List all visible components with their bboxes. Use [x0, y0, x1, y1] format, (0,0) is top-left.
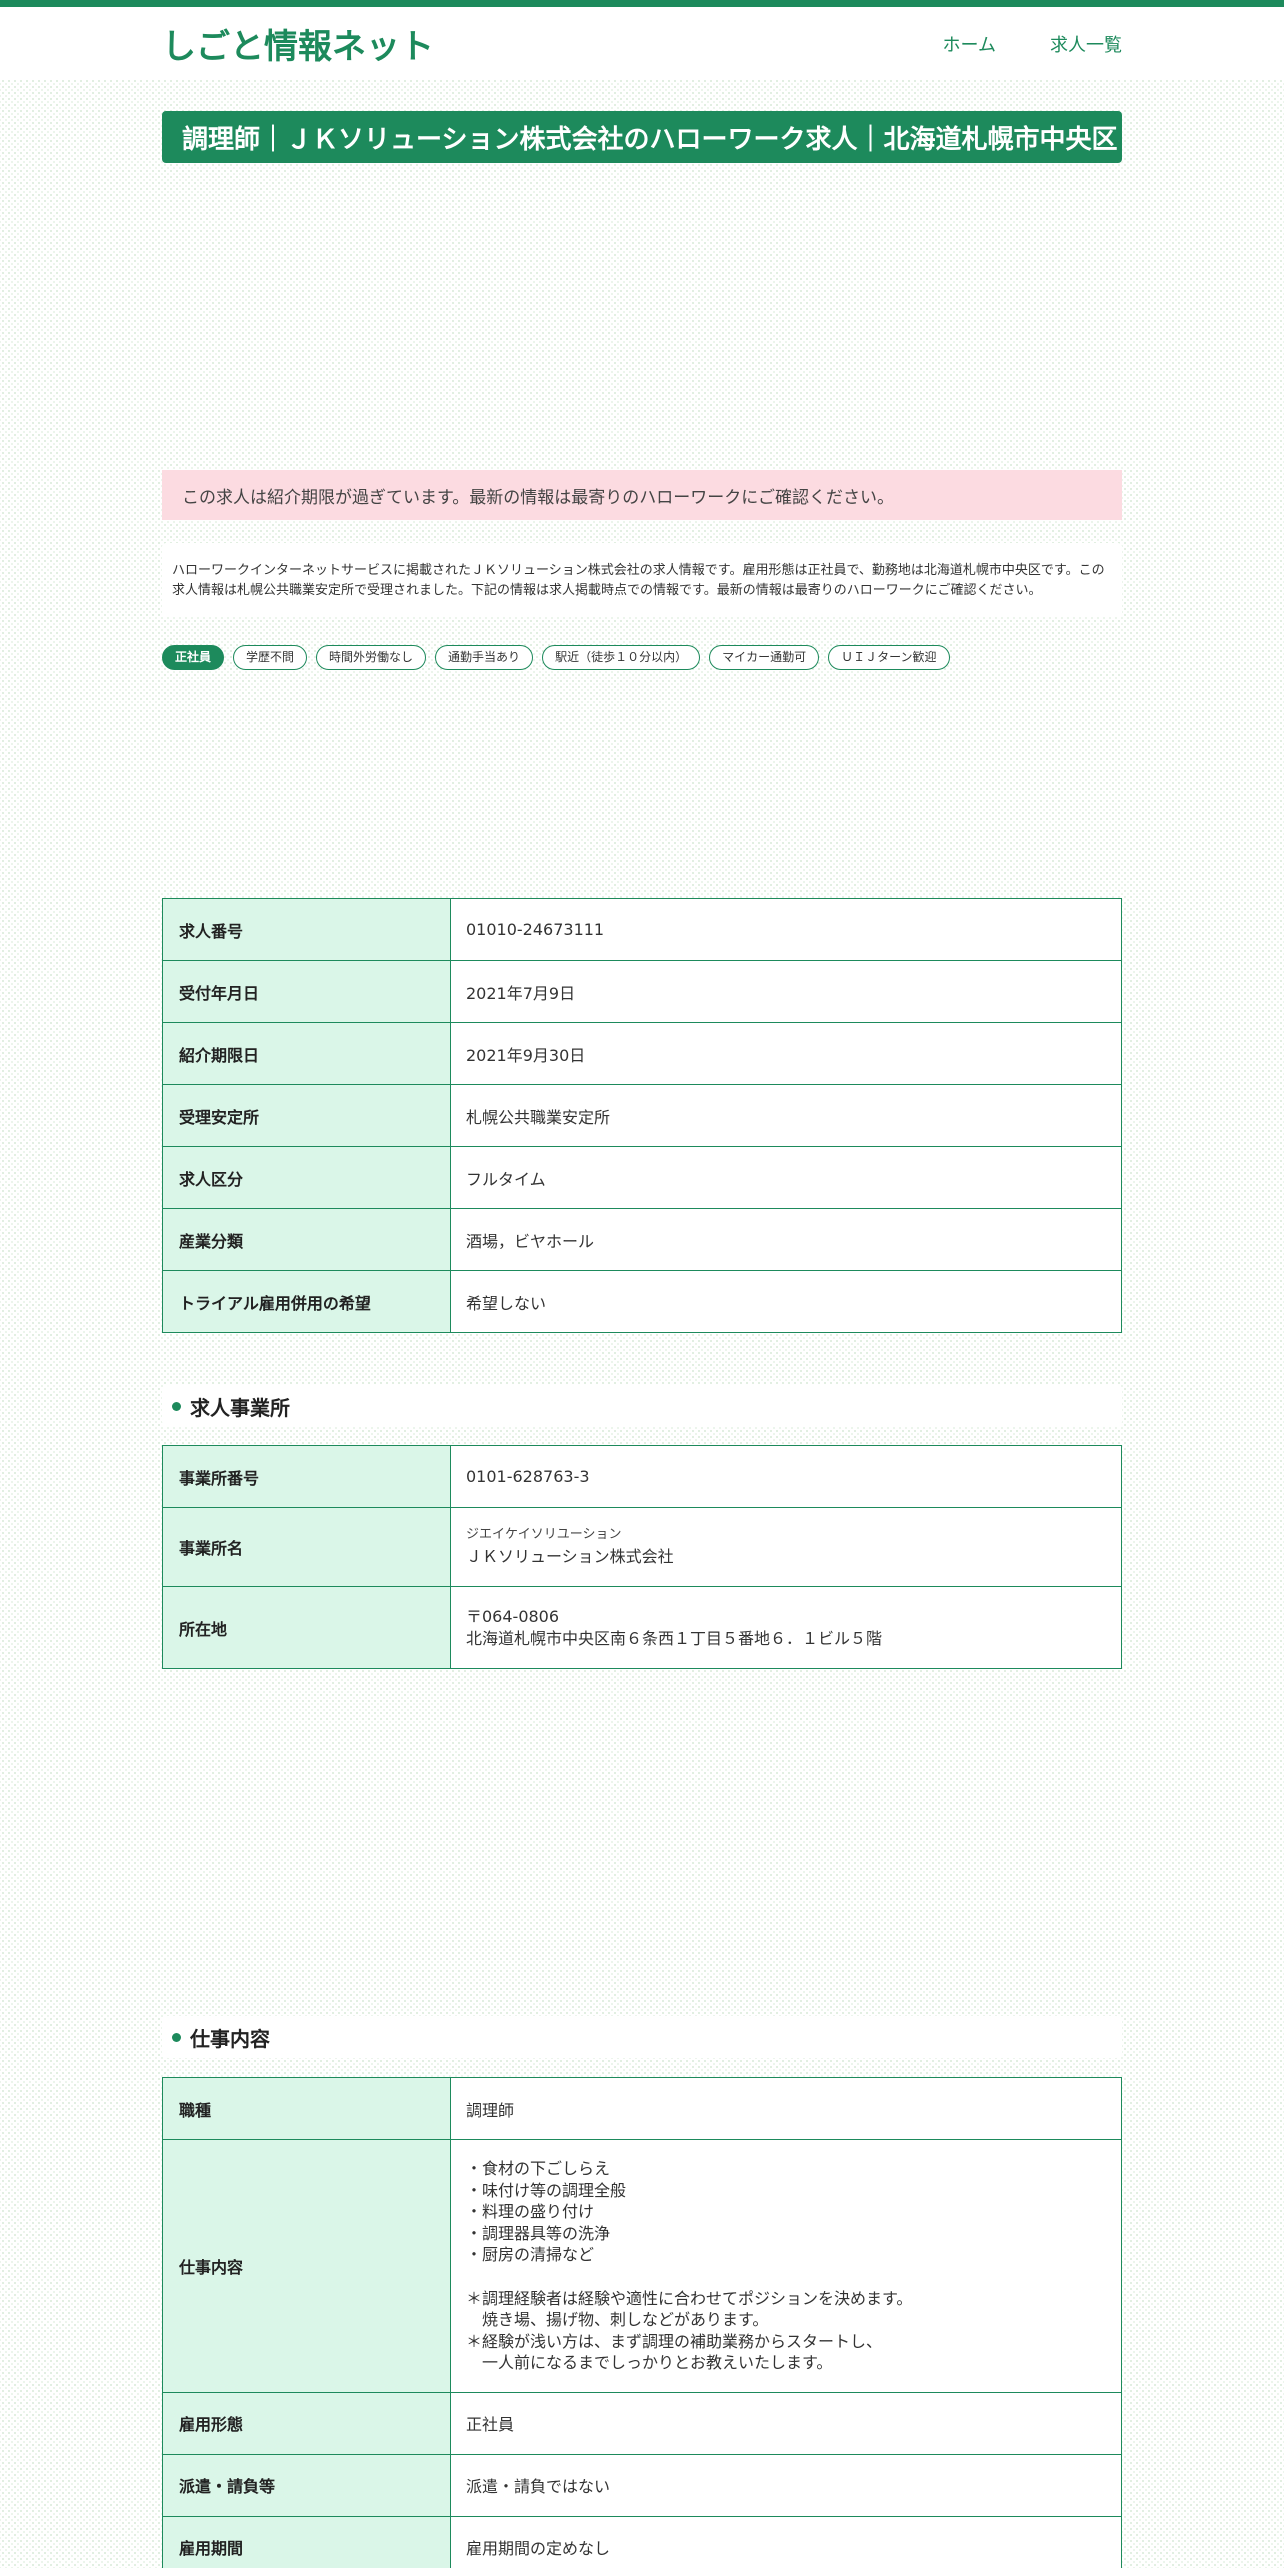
table-row: 事業所番号 0101-628763-3	[162, 1445, 1122, 1508]
address: 北海道札幌市中央区南６条西１丁目５番地６．１ビル５階	[466, 1628, 883, 1648]
table-row: 事業所名 ジエイケイソリユーション ＪＫソリューション株式会社	[162, 1507, 1122, 1587]
employment-period: 雇用期間の定めなし	[450, 2515, 1122, 2568]
top-accent-bar	[0, 0, 1284, 7]
job-content: ・食材の下ごしらえ ・味付け等の調理全般 ・料理の盛り付け ・調理器具等の洗浄 …	[450, 2139, 1122, 2393]
tag-no-overtime: 時間外労働なし	[316, 645, 427, 670]
nav-home-link[interactable]: ホーム	[943, 31, 996, 57]
row-label: 受付年月日	[162, 960, 451, 1023]
row-label: 仕事内容	[162, 2139, 451, 2393]
row-label: トライアル雇用併用の希望	[162, 1270, 451, 1333]
page-title: 調理師｜ＪＫソリューション株式会社のハローワーク求人｜北海道札幌市中央区	[162, 111, 1122, 163]
row-label: 産業分類	[162, 1208, 451, 1271]
table-row: 産業分類 酒場，ビヤホール	[162, 1208, 1122, 1271]
table-row: 所在地 〒064-0806 北海道札幌市中央区南６条西１丁目５番地６．１ビル５階	[162, 1586, 1122, 1669]
office-name: ＪＫソリューション株式会社	[466, 1546, 674, 1566]
office-number: 0101-628763-3	[450, 1445, 1122, 1508]
office-info-table: 事業所番号 0101-628763-3 事業所名 ジエイケイソリユーション ＪＫ…	[162, 1445, 1122, 1669]
row-label: 派遣・請負等	[162, 2453, 451, 2517]
row-label: 事業所名	[162, 1507, 451, 1587]
row-label: 事業所番号	[162, 1445, 451, 1508]
bullet-dot-icon	[172, 2032, 181, 2042]
section-title: 求人事業所	[190, 1395, 290, 1420]
row-value: 札幌公共職業安定所	[450, 1084, 1122, 1147]
table-row: 受理安定所 札幌公共職業安定所	[162, 1084, 1122, 1147]
table-row: トライアル雇用併用の希望 希望しない	[162, 1270, 1122, 1333]
table-row: 雇用期間 雇用期間の定めなし	[162, 2515, 1122, 2568]
row-label: 雇用期間	[162, 2515, 451, 2568]
dispatch-status: 派遣・請負ではない	[450, 2453, 1122, 2517]
office-name-cell: ジエイケイソリユーション ＪＫソリューション株式会社	[450, 1507, 1122, 1587]
row-value: 酒場，ビヤホール	[450, 1208, 1122, 1271]
row-label: 求人区分	[162, 1146, 451, 1209]
row-value: 2021年7月9日	[450, 960, 1122, 1023]
row-label: 所在地	[162, 1586, 451, 1669]
expired-alert: この求人は紹介期限が過ぎています。最新の情報は最寄りのハローワークにご確認くださ…	[162, 470, 1122, 520]
row-label: 受理安定所	[162, 1084, 451, 1147]
job-description-summary: ハローワークインターネットサービスに掲載されたＪＫソリューション株式会社の求人情…	[162, 543, 1122, 617]
basic-info-table: 求人番号 01010-24673111 受付年月日 2021年7月9日 紹介期限日 2…	[162, 898, 1122, 1333]
row-value: 01010-24673111	[450, 898, 1122, 961]
tag-commute-allowance: 通勤手当あり	[435, 645, 534, 670]
feature-tags: 正社員 学歴不問 時間外労働なし 通勤手当あり 駅近（徒歩１０分以内） マイカー…	[162, 645, 1122, 670]
site-logo[interactable]: しごと情報ネット	[162, 19, 434, 68]
table-row: 仕事内容 ・食材の下ごしらえ ・味付け等の調理全般 ・料理の盛り付け ・調理器具…	[162, 2139, 1122, 2393]
tag-car-commute: マイカー通勤可	[709, 645, 820, 670]
employment-type: 正社員	[450, 2391, 1122, 2455]
row-value: 希望しない	[450, 1270, 1122, 1333]
section-heading-job: 仕事内容	[162, 2016, 1122, 2058]
row-label: 職種	[162, 2077, 451, 2140]
table-row: 求人番号 01010-24673111	[162, 898, 1122, 961]
table-row: 雇用形態 正社員	[162, 2391, 1122, 2455]
tag-near-station: 駅近（徒歩１０分以内）	[542, 645, 701, 670]
occupation: 調理師	[450, 2077, 1122, 2140]
main-nav: ホーム 求人一覧	[943, 31, 1122, 57]
table-row: 受付年月日 2021年7月9日	[162, 960, 1122, 1023]
address-cell: 〒064-0806 北海道札幌市中央区南６条西１丁目５番地６．１ビル５階	[450, 1586, 1122, 1669]
row-value: 2021年9月30日	[450, 1022, 1122, 1085]
site-header: しごと情報ネット ホーム 求人一覧	[0, 7, 1284, 80]
nav-job-list-link[interactable]: 求人一覧	[1050, 31, 1122, 57]
table-row: 派遣・請負等 派遣・請負ではない	[162, 2453, 1122, 2517]
bullet-dot-icon	[172, 1401, 181, 1411]
office-name-kana: ジエイケイソリユーション	[466, 1527, 622, 1543]
table-row: 職種 調理師	[162, 2077, 1122, 2140]
section-title: 仕事内容	[190, 2026, 270, 2051]
row-label: 雇用形態	[162, 2391, 451, 2455]
postal-code: 〒064-0806	[466, 1606, 560, 1626]
table-row: 紹介期限日 2021年9月30日	[162, 1022, 1122, 1085]
tag-employment-type: 正社員	[162, 645, 225, 670]
tag-education: 学歴不問	[233, 645, 308, 670]
row-label: 求人番号	[162, 898, 451, 961]
job-info-table: 職種 調理師 仕事内容 ・食材の下ごしらえ ・味付け等の調理全般 ・料理の盛り付…	[162, 2077, 1122, 2568]
section-heading-office: 求人事業所	[162, 1385, 1122, 1427]
tag-uij-turn: ＵＩＪターン歓迎	[828, 645, 950, 670]
row-label: 紹介期限日	[162, 1022, 451, 1085]
table-row: 求人区分 フルタイム	[162, 1146, 1122, 1209]
row-value: フルタイム	[450, 1146, 1122, 1209]
